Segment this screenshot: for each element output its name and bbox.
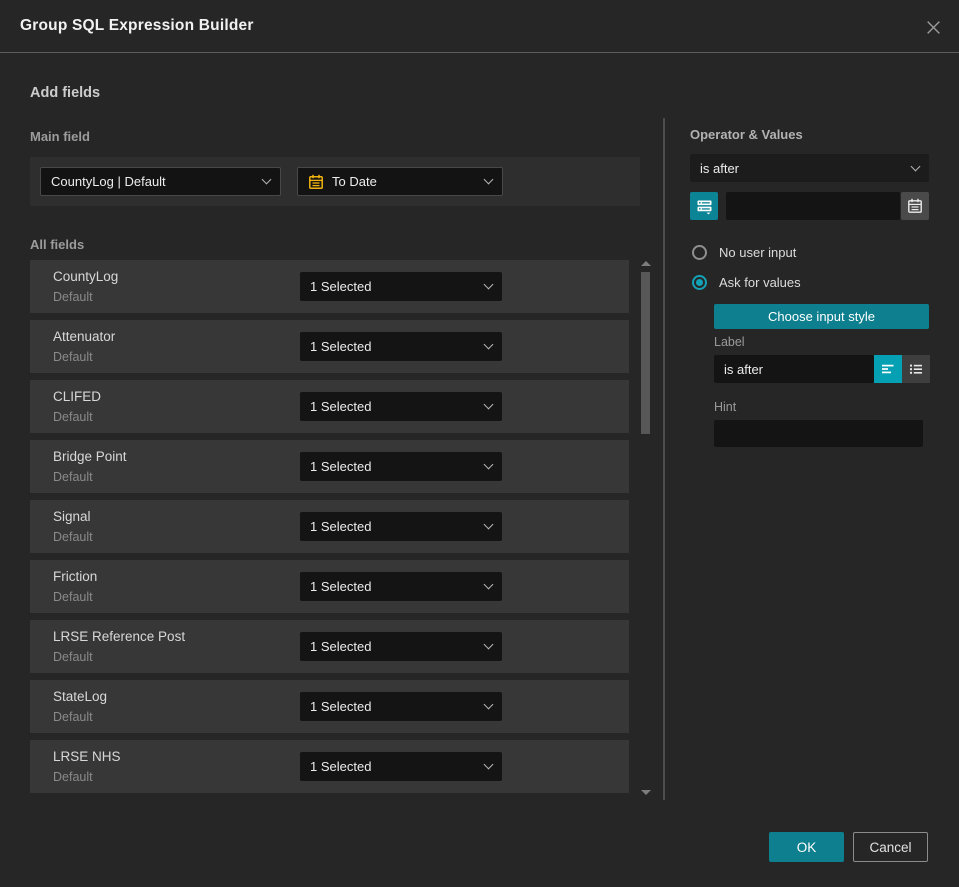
close-icon[interactable] bbox=[921, 15, 945, 39]
main-field-label: Main field bbox=[30, 129, 90, 144]
align-left-icon[interactable] bbox=[874, 355, 902, 383]
all-fields-list: CountyLog Default 1 Selected Attenuator … bbox=[30, 260, 629, 793]
field-name: Signal bbox=[53, 509, 91, 524]
field-subtitle: Default bbox=[53, 350, 93, 364]
field-values-select[interactable]: 1 Selected bbox=[300, 332, 502, 361]
field-name: StateLog bbox=[53, 689, 108, 704]
field-values-select[interactable]: 1 Selected bbox=[300, 512, 502, 541]
date-type-select-value: To Date bbox=[332, 174, 377, 189]
add-fields-heading: Add fields bbox=[30, 85, 101, 101]
field-values-select[interactable]: 1 Selected bbox=[300, 632, 502, 661]
field-values-select[interactable]: 1 Selected bbox=[300, 452, 502, 481]
operator-values-heading: Operator & Values bbox=[690, 127, 803, 142]
radio-circle-icon bbox=[692, 245, 707, 260]
calendar-icon[interactable] bbox=[901, 192, 929, 220]
selected-count: 1 Selected bbox=[310, 459, 372, 474]
date-type-select[interactable]: To Date bbox=[297, 167, 503, 196]
field-name: Attenuator bbox=[53, 329, 116, 344]
field-values-select[interactable]: 1 Selected bbox=[300, 752, 502, 781]
selected-count: 1 Selected bbox=[310, 399, 372, 414]
ok-button[interactable]: OK bbox=[769, 832, 844, 862]
field-row: LRSE Reference Post Default 1 Selected bbox=[30, 620, 629, 673]
chevron-down-icon bbox=[483, 174, 494, 185]
chevron-down-icon bbox=[910, 161, 921, 171]
field-name: CLIFED bbox=[53, 389, 102, 404]
cancel-button[interactable]: Cancel bbox=[853, 832, 928, 862]
value-input[interactable] bbox=[726, 192, 900, 220]
field-row: Friction Default 1 Selected bbox=[30, 560, 629, 613]
dialog-title: Group SQL Expression Builder bbox=[20, 17, 254, 34]
field-row: StateLog Default 1 Selected bbox=[30, 680, 629, 733]
chevron-down-icon bbox=[483, 699, 494, 710]
field-subtitle: Default bbox=[53, 470, 93, 484]
field-row: Signal Default 1 Selected bbox=[30, 500, 629, 553]
chevron-down-icon bbox=[483, 639, 494, 650]
selected-count: 1 Selected bbox=[310, 759, 372, 774]
field-row: LRSE NHS Default 1 Selected bbox=[30, 740, 629, 793]
selected-count: 1 Selected bbox=[310, 279, 372, 294]
field-name: Friction bbox=[53, 569, 98, 584]
scroll-down-arrow-icon[interactable] bbox=[641, 790, 651, 795]
main-field-select-value: CountyLog | Default bbox=[51, 174, 166, 189]
field-subtitle: Default bbox=[53, 410, 93, 424]
chevron-down-icon bbox=[483, 519, 494, 530]
field-values-select[interactable]: 1 Selected bbox=[300, 272, 502, 301]
selected-count: 1 Selected bbox=[310, 699, 372, 714]
main-field-select[interactable]: CountyLog | Default bbox=[40, 167, 281, 196]
list-icon[interactable] bbox=[902, 355, 930, 383]
chevron-down-icon bbox=[483, 579, 494, 590]
field-subtitle: Default bbox=[53, 290, 93, 304]
field-subtitle: Default bbox=[53, 770, 93, 784]
main-field-box: CountyLog | Default To Date bbox=[30, 157, 640, 206]
selected-count: 1 Selected bbox=[310, 519, 372, 534]
chevron-down-icon bbox=[483, 759, 494, 770]
field-values-select[interactable]: 1 Selected bbox=[300, 572, 502, 601]
scrollbar-thumb[interactable] bbox=[641, 272, 650, 434]
scroll-up-arrow-icon[interactable] bbox=[641, 261, 651, 266]
chevron-down-icon bbox=[261, 174, 272, 185]
field-name: LRSE NHS bbox=[53, 749, 121, 764]
label-input[interactable] bbox=[714, 355, 874, 383]
panel-divider bbox=[663, 118, 665, 800]
field-subtitle: Default bbox=[53, 710, 93, 724]
all-fields-label: All fields bbox=[30, 237, 85, 252]
radio-ask-for-values[interactable]: Ask for values bbox=[692, 275, 801, 290]
radio-no-user-input-label: No user input bbox=[719, 245, 797, 260]
selected-count: 1 Selected bbox=[310, 579, 372, 594]
operator-select[interactable]: is after bbox=[690, 154, 929, 182]
field-name: CountyLog bbox=[53, 269, 119, 284]
field-name: Bridge Point bbox=[53, 449, 127, 464]
value-entry-row bbox=[690, 192, 929, 220]
calendar-icon bbox=[308, 174, 324, 190]
chevron-down-icon bbox=[483, 399, 494, 410]
field-subtitle: Default bbox=[53, 590, 93, 604]
field-row: CountyLog Default 1 Selected bbox=[30, 260, 629, 313]
chevron-down-icon bbox=[483, 339, 494, 350]
field-subtitle: Default bbox=[53, 530, 93, 544]
radio-circle-checked-icon bbox=[692, 275, 707, 290]
field-subtitle: Default bbox=[53, 650, 93, 664]
choose-input-style-button[interactable]: Choose input style bbox=[714, 304, 929, 329]
field-values-select[interactable]: 1 Selected bbox=[300, 392, 502, 421]
chevron-down-icon bbox=[483, 459, 494, 470]
field-row: CLIFED Default 1 Selected bbox=[30, 380, 629, 433]
chevron-down-icon bbox=[483, 279, 494, 290]
hint-input[interactable] bbox=[714, 420, 923, 447]
radio-no-user-input[interactable]: No user input bbox=[692, 245, 796, 260]
field-values-select[interactable]: 1 Selected bbox=[300, 692, 502, 721]
stacked-values-icon[interactable] bbox=[690, 192, 718, 220]
hint-field-label: Hint bbox=[714, 400, 737, 414]
dialog-header: Group SQL Expression Builder bbox=[0, 0, 959, 53]
field-row: Bridge Point Default 1 Selected bbox=[30, 440, 629, 493]
selected-count: 1 Selected bbox=[310, 639, 372, 654]
field-name: LRSE Reference Post bbox=[53, 629, 186, 644]
operator-select-value: is after bbox=[700, 160, 740, 176]
label-field-label: Label bbox=[714, 335, 745, 349]
field-row: Attenuator Default 1 Selected bbox=[30, 320, 629, 373]
selected-count: 1 Selected bbox=[310, 339, 372, 354]
radio-ask-for-values-label: Ask for values bbox=[719, 275, 801, 290]
group-sql-expression-builder-dialog: Group SQL Expression Builder Add fields … bbox=[0, 0, 959, 887]
